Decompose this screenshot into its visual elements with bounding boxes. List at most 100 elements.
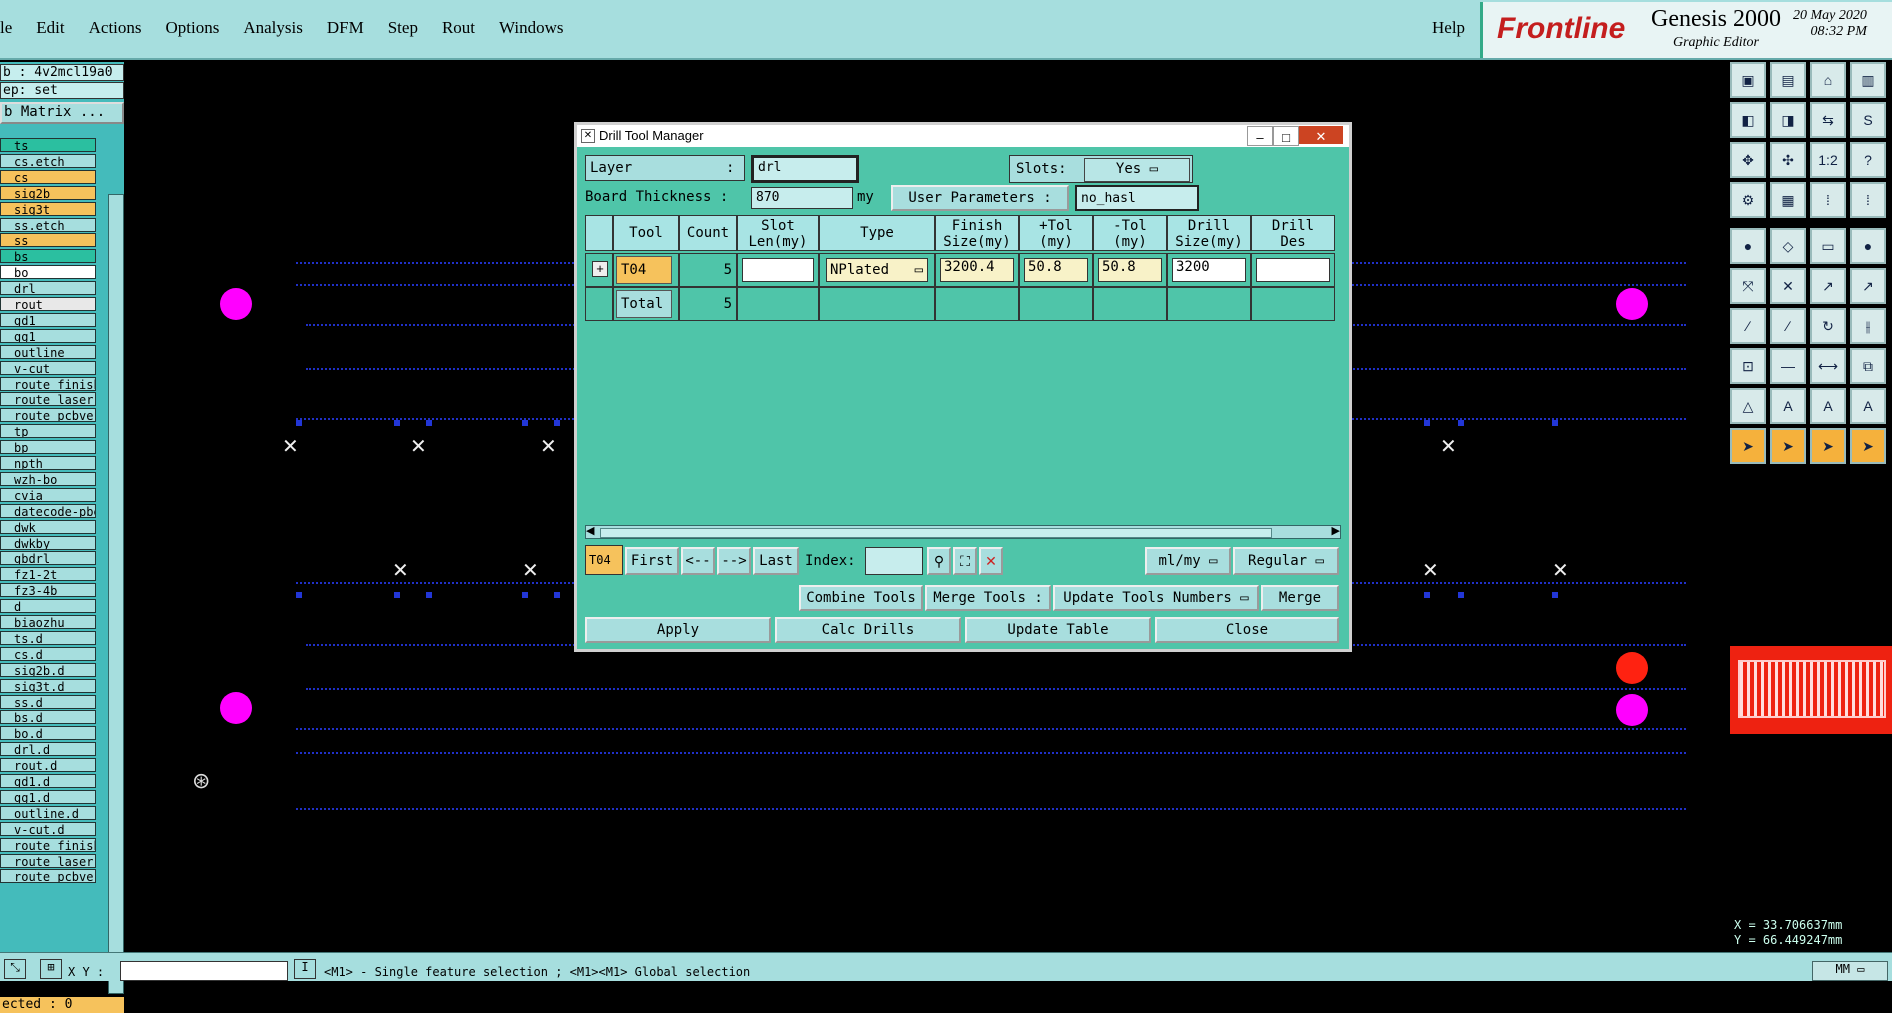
finish-cell[interactable]: 3200.4 <box>935 253 1019 287</box>
type-dropdown[interactable]: NPlated ▭ <box>826 258 928 282</box>
layer-item[interactable]: sig2b <box>0 185 96 200</box>
minus-tol-input[interactable]: 50.8 <box>1098 258 1162 282</box>
ptol-cell[interactable]: 50.8 <box>1019 253 1093 287</box>
close-button[interactable]: Close <box>1155 617 1339 643</box>
layer-item[interactable]: rout.d <box>0 758 96 773</box>
layer-item[interactable]: bs <box>0 249 96 264</box>
layer-item[interactable]: cvia <box>0 487 96 502</box>
layer-item[interactable]: wzh-bo <box>0 471 96 486</box>
menu-dfm[interactable]: DFM <box>327 18 364 38</box>
line-icon[interactable]: ∕ <box>1730 308 1766 344</box>
tool-icon[interactable]: ⫲ <box>1850 308 1886 344</box>
slots-dropdown[interactable]: Yes ▭ <box>1084 158 1190 182</box>
thickness-input[interactable]: 870 <box>751 187 853 209</box>
layer-item[interactable]: sig3t.d <box>0 678 96 693</box>
grid-icon[interactable]: ▦ <box>1770 182 1806 218</box>
help-icon[interactable]: ? <box>1850 142 1886 178</box>
cursor-icon[interactable]: I <box>294 959 316 979</box>
first-button[interactable]: First <box>625 547 679 575</box>
layer-item[interactable]: ss <box>0 233 96 248</box>
tool-icon[interactable]: — <box>1770 348 1806 384</box>
zoom-fit-icon[interactable]: ✥ <box>1730 142 1766 178</box>
merge-button[interactable]: Merge <box>1261 585 1339 611</box>
triangle-icon[interactable]: △ <box>1730 388 1766 424</box>
tool-icon[interactable]: ⁞ <box>1850 182 1886 218</box>
scroll-thumb[interactable] <box>600 528 1272 538</box>
layer-item[interactable]: cs <box>0 169 96 184</box>
layer-item[interactable]: route_pcbver <box>0 408 96 423</box>
layer-item[interactable]: npth <box>0 456 96 470</box>
layer-item[interactable]: cs.etch <box>0 153 96 168</box>
layer-item[interactable]: outline.d <box>0 805 96 820</box>
tool-icon[interactable]: ⊡ <box>1730 348 1766 384</box>
layer-item[interactable]: ss.etch <box>0 217 96 232</box>
pointer-icon[interactable]: ➤ <box>1850 428 1886 464</box>
layer-item[interactable]: biaozhu <box>0 615 96 629</box>
tool-icon[interactable]: ▤ <box>1770 62 1806 98</box>
tool-icon[interactable]: ⚙ <box>1730 182 1766 218</box>
scroll-right-icon[interactable]: ▶ <box>1332 524 1340 537</box>
layer-item[interactable]: ts.d <box>0 630 96 645</box>
pad-icon[interactable]: ● <box>1850 228 1886 264</box>
tool-icon[interactable]: ● <box>1730 228 1766 264</box>
layer-item[interactable]: gg1 <box>0 328 96 343</box>
layer-item[interactable]: tp <box>0 424 96 439</box>
tool-icon[interactable]: ▥ <box>1850 62 1886 98</box>
layer-item[interactable]: fz1-2t <box>0 567 96 582</box>
prev-button[interactable]: <-- <box>681 547 715 575</box>
drill-cell[interactable]: 3200 <box>1167 253 1251 287</box>
arc-icon[interactable]: ↻ <box>1810 308 1846 344</box>
type-cell[interactable]: NPlated ▭ <box>819 253 935 287</box>
layer-item[interactable]: route_laser <box>0 392 96 407</box>
layer-scrollbar[interactable] <box>108 194 124 994</box>
minimize-icon[interactable]: – <box>1247 126 1273 146</box>
layer-item[interactable]: route_finish <box>0 376 96 391</box>
menu-file[interactable]: le <box>0 18 12 38</box>
tool-icon[interactable]: ⁞ <box>1810 182 1846 218</box>
maximize-icon[interactable]: □ <box>1273 126 1299 146</box>
scale-one-icon[interactable]: 1:2 <box>1810 142 1846 178</box>
job-matrix-button[interactable]: b Matrix ... <box>0 102 124 124</box>
menu-rout[interactable]: Rout <box>442 18 475 38</box>
tool-icon[interactable]: ↗ <box>1850 268 1886 304</box>
menu-analysis[interactable]: Analysis <box>243 18 303 38</box>
user-parameters-button[interactable]: User Parameters : <box>891 185 1069 211</box>
layer-item[interactable]: outline <box>0 344 96 359</box>
plus-tol-input[interactable]: 50.8 <box>1024 258 1088 282</box>
tool-icon[interactable]: ▣ <box>1730 62 1766 98</box>
row-expand-button[interactable]: + <box>585 253 613 287</box>
delete-icon[interactable]: ✕ <box>979 547 1003 575</box>
slot-len-input[interactable] <box>742 258 814 282</box>
menu-help[interactable]: Help <box>1432 18 1465 38</box>
last-button[interactable]: Last <box>753 547 799 575</box>
triangle-icon[interactable]: A <box>1810 388 1846 424</box>
pointer-icon[interactable]: ➤ <box>1810 428 1846 464</box>
layer-item[interactable]: gd1.d <box>0 774 96 788</box>
layer-item[interactable]: bp <box>0 440 96 455</box>
tool-icon[interactable]: ⤧ <box>1730 268 1766 304</box>
search-icon[interactable]: ⚲ <box>927 547 951 575</box>
layer-item[interactable]: gd1 <box>0 312 96 327</box>
layer-item[interactable]: sig3t <box>0 201 96 216</box>
update-table-button[interactable]: Update Table <box>965 617 1151 643</box>
layer-item[interactable]: bo <box>0 265 96 280</box>
slot-len-cell[interactable] <box>737 253 819 287</box>
ruler-icon[interactable]: ▭ <box>1810 228 1846 264</box>
menu-edit[interactable]: Edit <box>36 18 64 38</box>
index-input[interactable] <box>865 547 923 575</box>
tool-icon[interactable]: ◨ <box>1770 102 1806 138</box>
menu-options[interactable]: Options <box>166 18 220 38</box>
drill-des-input[interactable] <box>1256 258 1330 282</box>
tool-icon[interactable]: ✕ <box>1770 268 1806 304</box>
apply-button[interactable]: Apply <box>585 617 771 643</box>
finish-input[interactable]: 3200.4 <box>940 258 1014 282</box>
layer-item[interactable]: fz3-4b <box>0 583 96 598</box>
layer-item[interactable]: d <box>0 599 96 614</box>
units-selector[interactable]: MM ▭ <box>1812 961 1888 981</box>
menu-windows[interactable]: Windows <box>499 18 563 38</box>
layer-item[interactable]: ss.d <box>0 694 96 709</box>
layer-item[interactable]: route_laser <box>0 853 96 868</box>
layer-item[interactable]: datecode-pbe <box>0 503 96 518</box>
scroll-left-icon[interactable]: ◀ <box>586 524 594 537</box>
layer-item[interactable]: gbdrl <box>0 551 96 566</box>
